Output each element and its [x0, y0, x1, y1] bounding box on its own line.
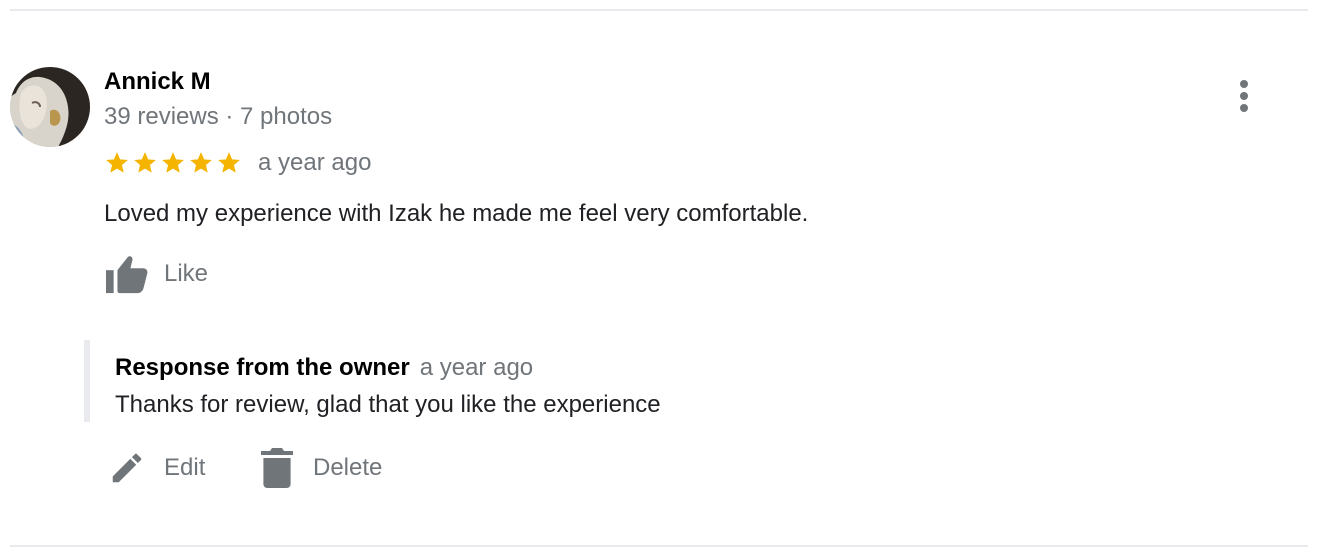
star-icon [190, 152, 212, 173]
more-options-button[interactable] [1228, 76, 1260, 116]
star-icon [106, 152, 128, 173]
like-label: Like [164, 260, 209, 287]
star-icon [218, 152, 240, 173]
bottom-divider [10, 545, 1308, 547]
pencil-icon [112, 453, 142, 483]
response-title: Response from the owner [115, 354, 410, 381]
avatar-image [10, 67, 90, 147]
delete-label: Delete [313, 454, 383, 481]
top-divider [10, 9, 1308, 11]
review-date: a year ago [258, 149, 372, 176]
more-vert-icon [1240, 80, 1248, 88]
review-text: Loved my experience with Izak he made me… [104, 200, 809, 227]
reviewer-meta: 39 reviews · 7 photos [104, 103, 333, 130]
star-icon [162, 152, 184, 173]
star-icon [134, 152, 156, 173]
reviewer-name[interactable]: Annick M [104, 68, 211, 96]
response-date: a year ago [419, 354, 534, 381]
owner-response: Response from the owner a year ago Thanks… [84, 340, 661, 422]
star-rating [104, 150, 242, 176]
rating-row: a year ago [104, 148, 371, 178]
avatar[interactable] [10, 67, 90, 147]
edit-button[interactable]: Edit [108, 446, 205, 490]
response-header: Response from the owner a year ago [115, 340, 661, 383]
delete-button[interactable]: Delete [261, 446, 382, 490]
trash-icon [261, 448, 293, 488]
edit-label: Edit [164, 454, 206, 481]
response-text: Thanks for review, glad that you like th… [115, 391, 661, 418]
like-button[interactable]: Like [104, 252, 208, 296]
thumb-up-icon [106, 256, 148, 294]
